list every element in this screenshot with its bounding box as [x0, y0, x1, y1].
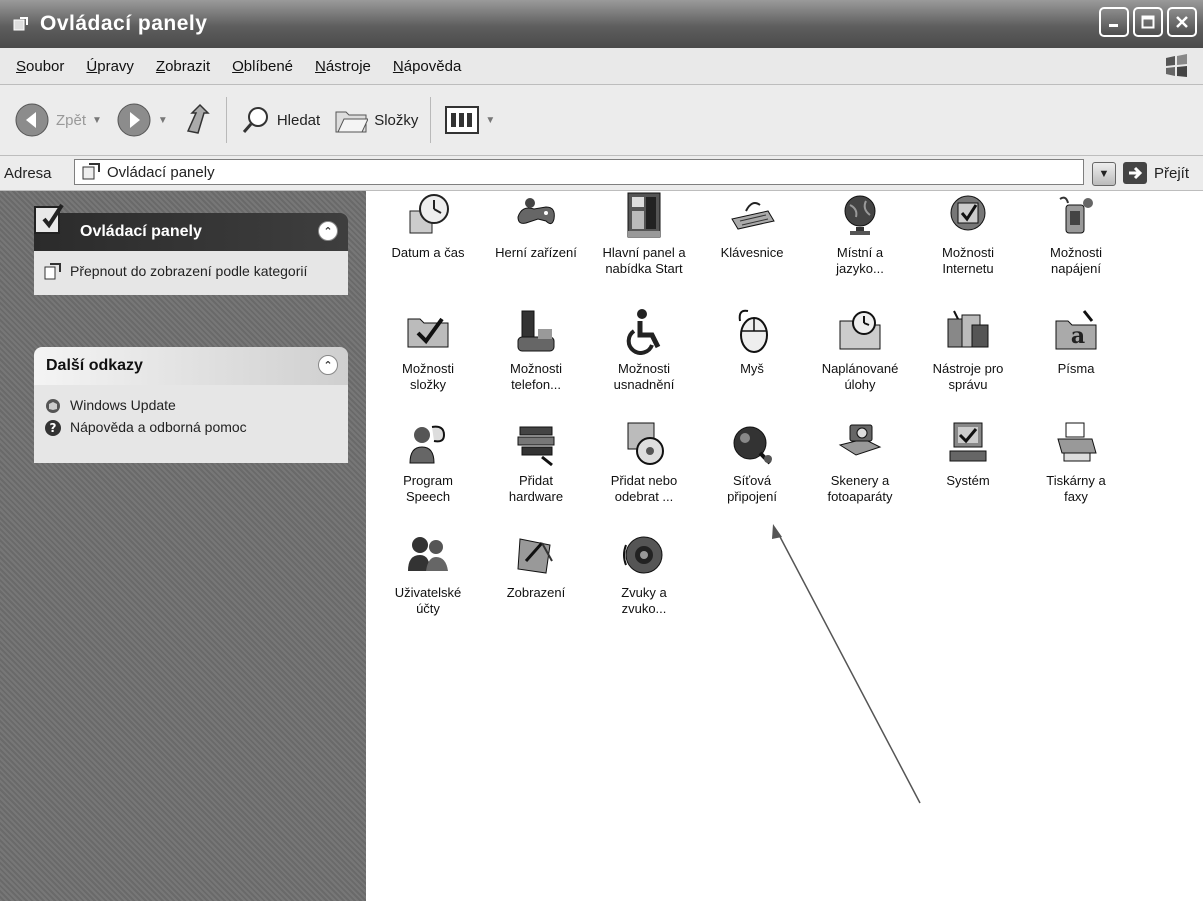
minimize-button[interactable] [1099, 7, 1129, 37]
title-bar[interactable]: Ovládací panely [0, 0, 1203, 48]
collapse-icon[interactable]: ⌃ [318, 355, 338, 375]
menu-favorites[interactable]: Oblíbené [232, 58, 293, 75]
menu-file[interactable]: Soubor [16, 58, 64, 75]
go-label: Přejít [1154, 164, 1190, 182]
go-button[interactable]: Přejít [1122, 161, 1189, 185]
folders-button[interactable]: Složky [334, 106, 418, 134]
close-icon [1176, 16, 1188, 28]
chevron-down-icon[interactable]: ▼ [92, 115, 102, 126]
windows-logo-icon [1163, 52, 1191, 84]
control-panel-icon [12, 15, 30, 33]
up-folder-button[interactable] [182, 103, 214, 137]
control-panel-section-header[interactable]: Ovládací panely ⌃ [34, 203, 348, 251]
menu-edit[interactable]: Úpravy [86, 58, 134, 75]
section-title: Další odkazy [46, 357, 143, 374]
control-panel-icon [82, 163, 100, 180]
chevron-down-icon: ▼ [1098, 168, 1110, 180]
search-icon [242, 107, 268, 133]
other-links-section-body: Windows Update ? Nápověda a odborná pomo… [34, 385, 348, 463]
menu-tools[interactable]: Nástroje [315, 58, 371, 75]
control-panel-section-body: Přepnout do zobrazení podle kategorií [34, 251, 348, 295]
folder-icon [335, 111, 369, 133]
help-icon: ? [45, 420, 61, 436]
address-label: Adresa [4, 164, 52, 182]
toolbar-separator [225, 97, 227, 143]
menu-bar: Soubor Úpravy Zobrazit Oblíbené Nástroje… [0, 48, 1203, 85]
annotation-arrow [772, 524, 921, 804]
menu-help[interactable]: Nápověda [393, 58, 461, 75]
windows-update-icon [46, 399, 60, 413]
toolbar: Zpět ▼ ▼ Hledat Složky ▼ [0, 85, 1203, 156]
collapse-icon[interactable]: ⌃ [318, 221, 338, 241]
help-label: Nápověda a odborná pomoc [70, 419, 247, 435]
control-panel-icon [44, 263, 61, 280]
views-icon [445, 106, 480, 134]
forward-arrow-icon [117, 103, 151, 137]
task-pane: Ovládací panely ⌃ Přepnout do zobrazení … [0, 191, 366, 901]
folders-label: Složky [374, 111, 419, 129]
search-button[interactable]: Hledat [241, 105, 320, 135]
menu-view[interactable]: Zobrazit [156, 58, 210, 75]
window-title: Ovládací panely [40, 12, 208, 35]
control-panel-items: Datum a čas Herní zařízení Hlavní panel … [366, 191, 1203, 901]
chevron-down-icon[interactable]: ▼ [485, 115, 495, 126]
switch-to-category-view-link[interactable]: Přepnout do zobrazení podle kategorií [44, 263, 338, 281]
toolbar-separator [430, 97, 432, 143]
other-links-section: Další odkazy ⌃ Windows Update ? Nápověda… [34, 347, 348, 463]
windows-update-link[interactable]: Windows Update [44, 397, 338, 415]
back-arrow-icon [15, 103, 49, 137]
control-panel-window: Ovládací panely Soubor Úpravy Zobrazit O… [0, 0, 1203, 901]
maximize-icon [1141, 15, 1155, 29]
close-button[interactable] [1167, 7, 1197, 37]
address-dropdown-button[interactable]: ▼ [1092, 162, 1116, 186]
address-input[interactable]: Ovládací panely [74, 159, 1084, 185]
go-arrow-icon [1123, 162, 1147, 184]
control-panel-large-icon [32, 199, 72, 244]
section-title: Ovládací panely [80, 223, 202, 240]
up-arrow-icon [186, 103, 210, 134]
switch-view-label: Přepnout do zobrazení podle kategorií [70, 263, 308, 279]
back-label: Zpět [56, 111, 87, 129]
address-value: Ovládací panely [107, 163, 215, 181]
svg-text:?: ? [50, 421, 57, 435]
control-panel-section: Ovládací panely ⌃ Přepnout do zobrazení … [34, 203, 348, 295]
help-and-support-link[interactable]: ? Nápověda a odborná pomoc [44, 419, 338, 437]
maximize-button[interactable] [1133, 7, 1163, 37]
chevron-down-icon[interactable]: ▼ [158, 115, 168, 126]
minimize-icon [1109, 24, 1118, 27]
forward-button[interactable]: ▼ [116, 102, 168, 138]
windows-update-label: Windows Update [70, 397, 176, 413]
address-bar: Adresa Ovládací panely ▼ Přejít [0, 156, 1203, 191]
search-label: Hledat [276, 111, 321, 129]
views-button[interactable]: ▼ [445, 106, 495, 134]
back-button[interactable]: Zpět ▼ [14, 102, 102, 138]
other-links-section-header[interactable]: Další odkazy ⌃ [34, 347, 348, 385]
